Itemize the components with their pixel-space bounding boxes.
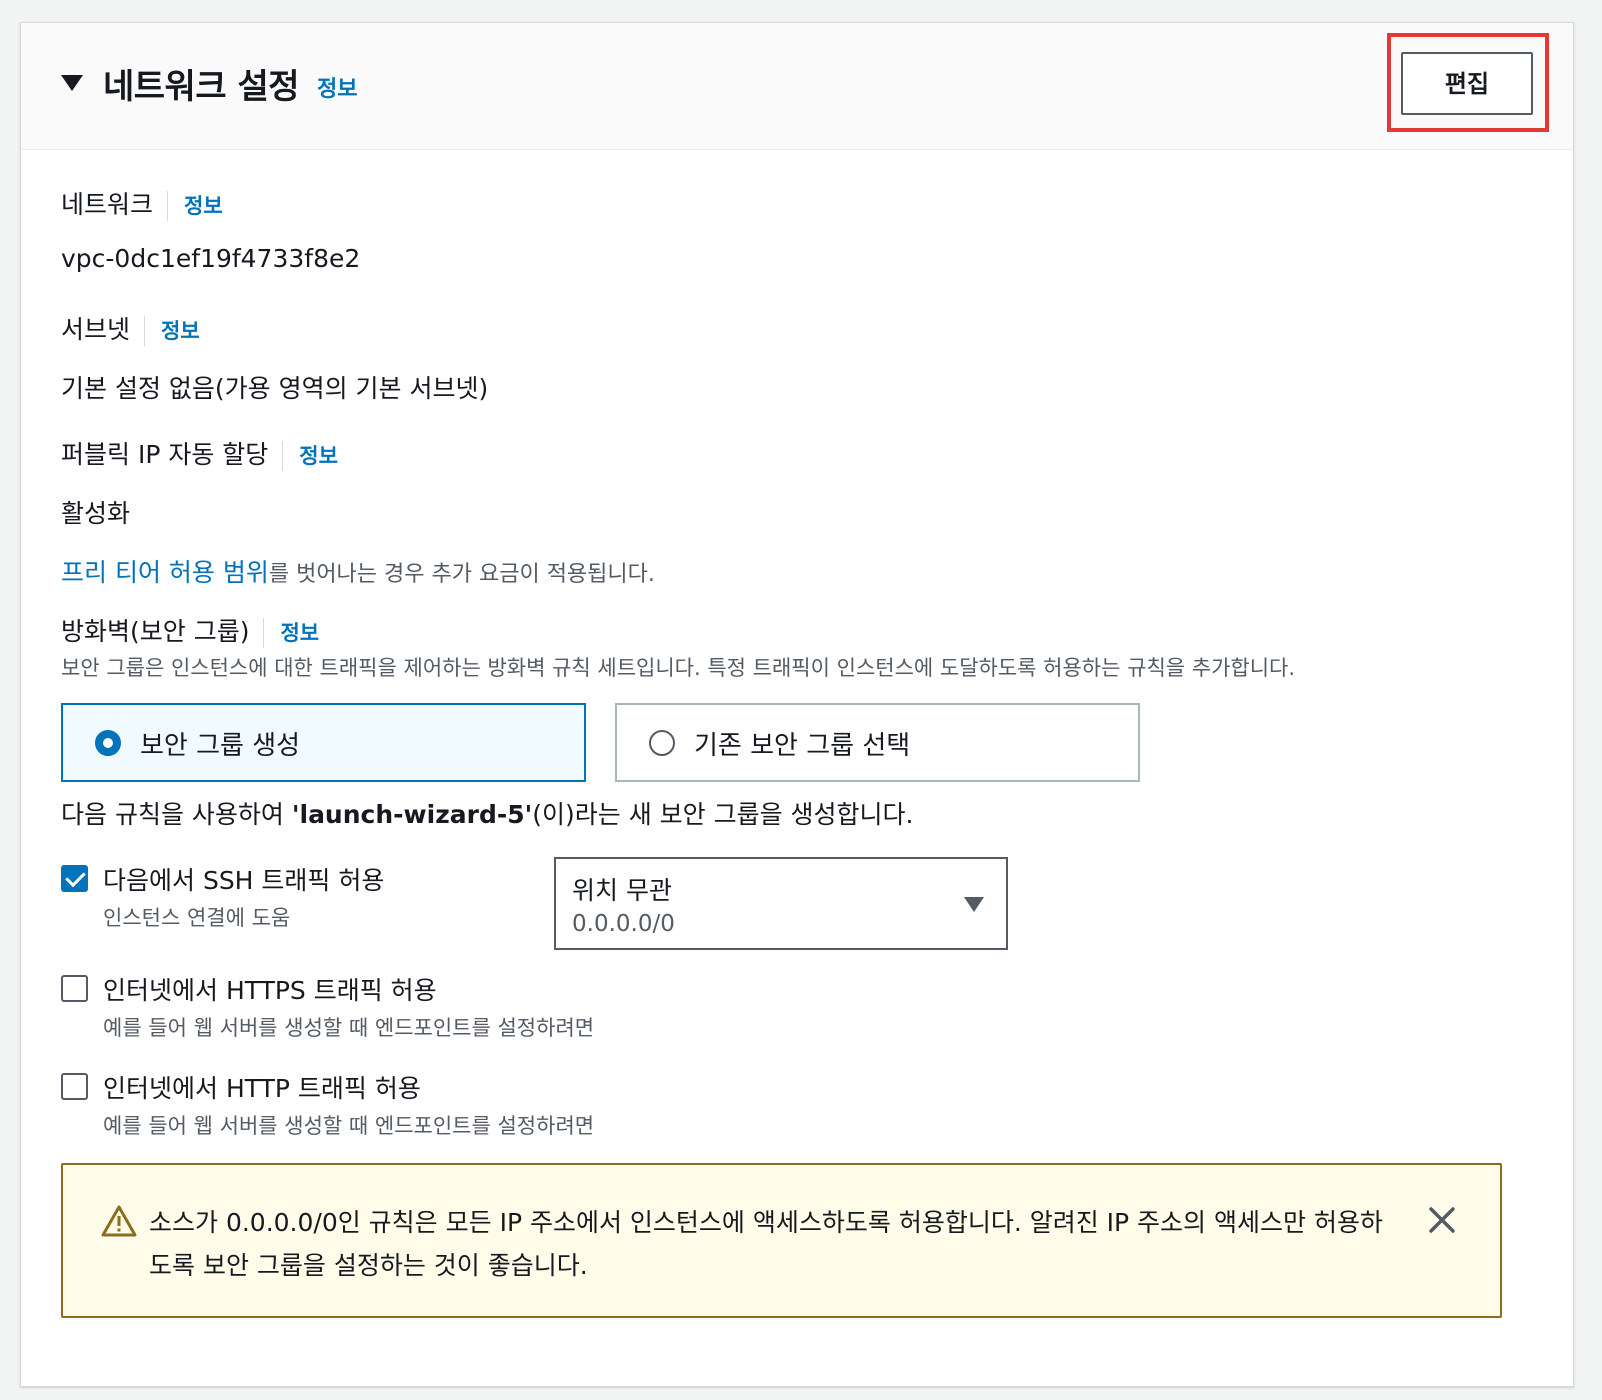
https-checkbox[interactable] <box>61 975 88 1002</box>
select-existing-group-radio[interactable] <box>649 730 675 756</box>
divider <box>282 441 284 471</box>
rule-summary-suffix: (이)라는 새 보안 그룹을 생성합니다. <box>532 800 914 829</box>
free-tier-note-text: 를 벗어나는 경우 추가 요금이 적용됩니다. <box>268 562 655 587</box>
network-label-row: 네트워크 정보 <box>61 185 223 221</box>
http-checkbox[interactable] <box>61 1073 88 1100</box>
security-group-name: 'launch-wizard-5' <box>291 800 533 829</box>
create-security-group-label: 보안 그룹 생성 <box>140 731 301 761</box>
panel-title: 네트워크 설정 <box>103 67 300 107</box>
public-ip-label: 퍼블릭 IP 자동 할당 <box>61 440 269 469</box>
https-label: 인터넷에서 HTTPS 트래픽 허용 <box>103 976 437 1005</box>
ssh-checkbox[interactable] <box>61 865 88 892</box>
ssh-label: 다음에서 SSH 트래픽 허용 <box>103 866 385 895</box>
header-info-link[interactable]: 정보 <box>317 71 357 103</box>
public-ip-label-row: 퍼블릭 IP 자동 할당 정보 <box>61 435 338 471</box>
firewall-description: 보안 그룹은 인스턴스에 대한 트래픽을 제어하는 방화벽 규칙 세트입니다. … <box>61 656 1296 680</box>
network-value: vpc-0dc1ef19f4733f8e2 <box>61 244 361 273</box>
edit-button[interactable]: 편집 <box>1401 52 1533 115</box>
subnet-label-row: 서브넷 정보 <box>61 310 200 346</box>
divider <box>167 191 169 221</box>
http-description: 예를 들어 웹 서버를 생성할 때 엔드포인트를 설정하려면 <box>103 1114 595 1138</box>
dropdown-caret-icon <box>964 897 984 912</box>
ssh-description: 인스턴스 연결에 도움 <box>103 906 291 930</box>
public-ip-value: 활성화 <box>61 499 131 528</box>
subnet-label: 서브넷 <box>61 315 131 344</box>
panel-header: 네트워크 설정 정보 편집 <box>21 23 1573 150</box>
firewall-label: 방화벽(보안 그룹) <box>61 617 250 646</box>
firewall-label-row: 방화벽(보안 그룹) 정보 <box>61 612 319 648</box>
create-security-group-tile[interactable]: 보안 그룹 생성 <box>61 703 586 782</box>
warning-text: 소스가 0.0.0.0/0인 규칙은 모든 IP 주소에서 인스턴스에 액세스하… <box>149 1208 1383 1280</box>
check-icon <box>65 866 86 888</box>
close-icon[interactable] <box>1427 1205 1457 1235</box>
warning-icon <box>101 1205 137 1237</box>
network-label: 네트워크 <box>61 190 154 219</box>
rule-summary-prefix: 다음 규칙을 사용하여 <box>61 800 292 829</box>
subnet-value: 기본 설정 없음(가용 영역의 기본 서브넷) <box>61 374 489 403</box>
select-existing-group-label: 기존 보안 그룹 선택 <box>694 731 911 761</box>
http-label: 인터넷에서 HTTP 트래픽 허용 <box>103 1074 421 1103</box>
public-ip-info-link[interactable]: 정보 <box>299 444 338 468</box>
divider <box>144 316 146 346</box>
network-settings-panel: 네트워크 설정 정보 편집 네트워크 정보 vpc-0dc1ef19f4733f8… <box>20 22 1574 1387</box>
select-existing-group-tile[interactable]: 기존 보안 그룹 선택 <box>615 703 1140 782</box>
divider <box>263 618 265 648</box>
create-security-group-radio[interactable] <box>95 730 121 756</box>
collapse-caret-icon[interactable] <box>61 75 83 91</box>
https-description: 예를 들어 웹 서버를 생성할 때 엔드포인트를 설정하려면 <box>103 1016 595 1040</box>
subnet-info-link[interactable]: 정보 <box>161 319 200 343</box>
free-tier-note: 프리 티어 허용 범위를 벗어나는 경우 추가 요금이 적용됩니다. <box>61 553 655 589</box>
free-tier-link[interactable]: 프리 티어 허용 범위 <box>61 558 269 587</box>
ssh-source-cidr: 0.0.0.0/0 <box>572 911 675 937</box>
ssh-source-selected: 위치 무관 <box>572 876 672 905</box>
warning-alert: 소스가 0.0.0.0/0인 규칙은 모든 IP 주소에서 인스턴스에 액세스하… <box>61 1163 1502 1318</box>
network-info-link[interactable]: 정보 <box>184 194 223 218</box>
ssh-source-select[interactable]: 위치 무관 0.0.0.0/0 <box>554 857 1008 950</box>
rule-summary: 다음 규칙을 사용하여 'launch-wizard-5'(이)라는 새 보안 … <box>61 795 914 831</box>
firewall-info-link[interactable]: 정보 <box>280 621 319 645</box>
